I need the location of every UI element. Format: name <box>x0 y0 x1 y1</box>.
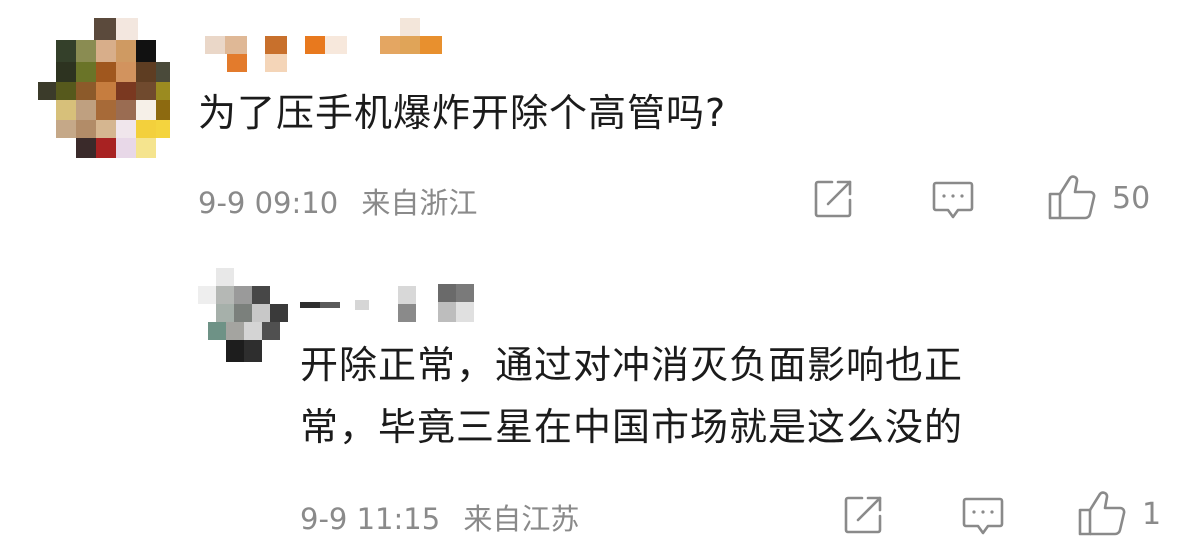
comment-icon <box>932 181 974 219</box>
share-icon <box>814 180 852 218</box>
comment-text: 为了压手机爆炸开除个高管吗? <box>198 91 727 135</box>
reply-text: 开除正常，通过对冲消灭负面影响也正 常，毕竟三星在中国市场就是这么没的 <box>300 334 963 458</box>
reply-time: 9-9 11:15 <box>300 502 441 536</box>
username[interactable] <box>205 18 445 74</box>
reply-location: 来自江苏 <box>463 502 580 536</box>
reply-avatar[interactable] <box>198 268 288 364</box>
thumbs-up-icon <box>1078 491 1126 536</box>
reply-like-button[interactable]: 1 <box>1076 488 1161 540</box>
comment-location: 来自浙江 <box>361 186 478 220</box>
like-button[interactable]: 50 <box>1046 172 1150 224</box>
comment-time: 9-9 09:10 <box>198 186 339 220</box>
reply-meta: 9-9 11:15 来自江苏 <box>300 496 579 538</box>
share-button[interactable] <box>810 176 856 222</box>
thumbs-up-icon <box>1048 175 1096 220</box>
reply-text-line-1: 开除正常，通过对冲消灭负面影响也正 <box>300 343 964 387</box>
reply-share-button[interactable] <box>840 492 886 538</box>
reply-button[interactable] <box>930 178 976 222</box>
reply-reply-button[interactable] <box>960 494 1006 538</box>
avatar[interactable] <box>38 18 170 158</box>
comment-icon <box>962 497 1004 535</box>
share-icon <box>844 496 882 534</box>
reply-username[interactable] <box>300 284 480 324</box>
like-count: 50 <box>1112 180 1151 216</box>
comment-meta: 9-9 09:10 来自浙江 <box>198 180 477 222</box>
reply-like-count: 1 <box>1142 496 1162 532</box>
reply-text-line-2: 常，毕竟三星在中国市场就是这么没的 <box>300 405 964 449</box>
